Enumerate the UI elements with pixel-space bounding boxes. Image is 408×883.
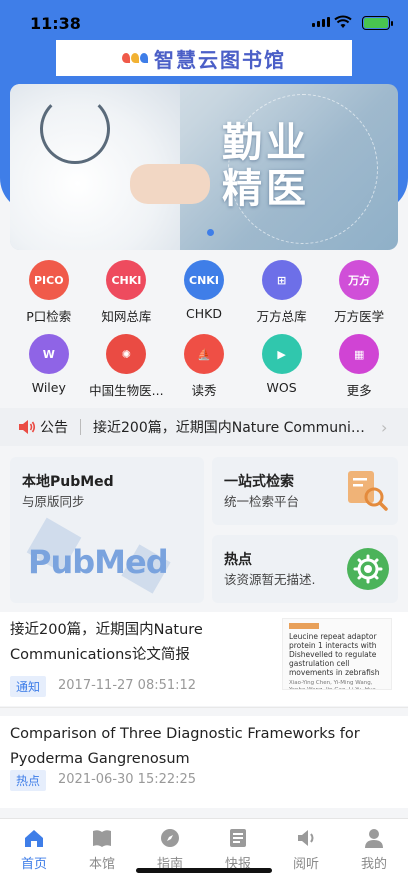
tab-label: 首页 — [20, 857, 47, 872]
status-time: 11:38 — [30, 14, 81, 33]
divider — [0, 707, 408, 708]
one-stop-search-card[interactable]: 一站式检索 统一检索平台 — [212, 457, 398, 525]
thumbnail-header — [289, 623, 319, 629]
slogan-line-1: 勤业 — [222, 119, 310, 166]
audio-icon — [298, 830, 314, 846]
home-icon — [25, 830, 43, 847]
carousel-indicator[interactable] — [207, 229, 214, 236]
home-indicator — [136, 868, 272, 873]
news-title[interactable]: Comparison of Three Diagnostic Framework… — [10, 722, 390, 772]
wanfang-icon: 万方 — [339, 260, 380, 300]
hot-topics-card[interactable]: 热点 该资源暂无描述. — [212, 535, 398, 603]
shortcut-label: 中国生物医... — [89, 383, 164, 398]
duxiu-icon: ⛵ — [183, 334, 224, 374]
pubmed-card-title: 本地PubMed — [22, 474, 114, 490]
compass-icon — [161, 829, 179, 847]
news-thumbnail: Leucine repeat adaptor protein 1 interac… — [282, 618, 392, 690]
wifi-icon — [334, 15, 352, 28]
shortcut-label: 万方总库 — [256, 309, 307, 324]
status-bar: 11:38 — [0, 0, 408, 44]
thumbnail-authors: Xiao-Ying Chen, Yi-Ming Wang, Yanhe Wang… — [289, 680, 376, 690]
gear-icon — [347, 548, 389, 590]
news-tag: 通知 — [10, 676, 47, 697]
shortcut-label: P口检索 — [26, 309, 72, 324]
hot-card-title: 热点 — [224, 552, 252, 568]
chkd-icon: CNKI — [183, 260, 224, 300]
tab-audio[interactable]: 阅听 — [272, 819, 340, 883]
cnki-icon: CHKI — [106, 260, 147, 300]
banner-slogan: 勤业 精医 — [222, 120, 310, 212]
announcement-bar[interactable]: 公告 接近200篇，近期国内Nature Communications论文简报 … — [0, 408, 408, 446]
stethoscope-graphic — [40, 94, 110, 164]
tab-label: 阅听 — [292, 857, 319, 872]
cbm-icon: ✺ — [106, 334, 147, 374]
shortcut-item[interactable]: CHKI 知网总库 — [88, 260, 166, 325]
shortcut-item[interactable]: ⊞ 万方总库 — [243, 260, 321, 325]
pubmed-logo: PubMed — [26, 517, 198, 594]
announcement-text[interactable]: 接近200篇，近期国内Nature Communications论文简报 — [93, 417, 369, 437]
tab-report[interactable]: 快报 — [204, 819, 272, 883]
slogan-line-2: 精医 — [222, 165, 310, 212]
shortcut-label: WOS — [266, 380, 297, 395]
search-card-title: 一站式检索 — [224, 474, 294, 490]
bottom-tab-bar: 首页 本馆 指南 快报阅听 我的 — [0, 818, 408, 883]
pico-icon: PICO — [28, 260, 69, 300]
shortcut-item[interactable]: 万方 万方医学 — [320, 260, 398, 325]
tab-book[interactable]: 本馆 — [68, 819, 136, 883]
pubmed-card-subtitle: 与原版同步 — [22, 494, 85, 509]
shortcut-label: Wiley — [31, 380, 66, 395]
pubmed-logo-text: PubMed — [28, 543, 169, 581]
news-date: 2017-11-27 08:51:12 — [58, 678, 197, 693]
news-date: 2021-06-30 15:22:25 — [58, 772, 197, 787]
logo-mark-icon — [122, 53, 148, 63]
pubmed-card[interactable]: 本地PubMed 与原版同步 PubMed — [10, 457, 204, 603]
shortcut-label: 更多 — [346, 383, 372, 398]
news-tag: 热点 — [10, 770, 47, 791]
tab-home[interactable]: 首页 — [0, 819, 68, 883]
chevron-right-icon[interactable]: › — [381, 418, 387, 437]
tab-compass[interactable]: 指南 — [136, 819, 204, 883]
shortcut-item[interactable]: ▦ 更多 — [320, 334, 398, 399]
shortcut-item[interactable]: W Wiley — [10, 334, 88, 399]
tab-label: 本馆 — [88, 857, 115, 872]
shortcut-item[interactable]: PICO P口检索 — [10, 260, 88, 325]
tab-user[interactable]: 我的 — [340, 819, 408, 883]
search-card-subtitle: 统一检索平台 — [224, 494, 300, 509]
book-icon — [93, 830, 111, 847]
wiley-icon: W — [28, 334, 69, 374]
shortcut-item[interactable]: ▶ WOS — [243, 334, 321, 399]
tab-label: 我的 — [360, 857, 387, 872]
document-search-icon — [348, 471, 388, 511]
battery-icon — [362, 16, 393, 30]
announcement-divider — [80, 419, 81, 435]
news-item[interactable]: Comparison of Three Diagnostic Framework… — [0, 716, 408, 808]
library-logo: 智慧云图书馆 — [56, 40, 352, 76]
more-icon: ▦ — [339, 334, 380, 374]
crossed-arms-graphic — [130, 164, 210, 204]
news-title[interactable]: 接近200篇，近期国内Nature Communications论文简报 — [10, 618, 270, 668]
grid-icon: ⊞ — [261, 260, 302, 300]
shortcut-label: 知网总库 — [101, 309, 152, 324]
play-icon: ▶ — [261, 334, 302, 374]
shortcut-item[interactable]: ✺ 中国生物医... — [88, 334, 166, 399]
shortcut-item[interactable]: CNKI CHKD — [165, 260, 243, 325]
report-icon — [230, 829, 246, 847]
shortcut-item[interactable]: ⛵ 读秀 — [165, 334, 243, 399]
shortcut-label: 万方医学 — [334, 309, 385, 324]
announcement-label: 公告 — [40, 420, 68, 436]
signal-icon — [312, 17, 330, 27]
thumbnail-text: Leucine repeat adaptor protein 1 interac… — [289, 632, 380, 677]
promo-banner[interactable]: 勤业 精医 — [10, 84, 398, 250]
user-icon — [365, 829, 383, 848]
shortcut-label: 读秀 — [191, 383, 217, 398]
speaker-icon — [19, 420, 36, 434]
news-item[interactable]: 接近200篇，近期国内Nature Communications论文简报 通知 … — [0, 612, 408, 706]
library-name: 智慧云图书馆 — [154, 47, 286, 72]
shortcut-label: CHKD — [186, 306, 222, 321]
hot-card-subtitle: 该资源暂无描述. — [224, 572, 316, 587]
